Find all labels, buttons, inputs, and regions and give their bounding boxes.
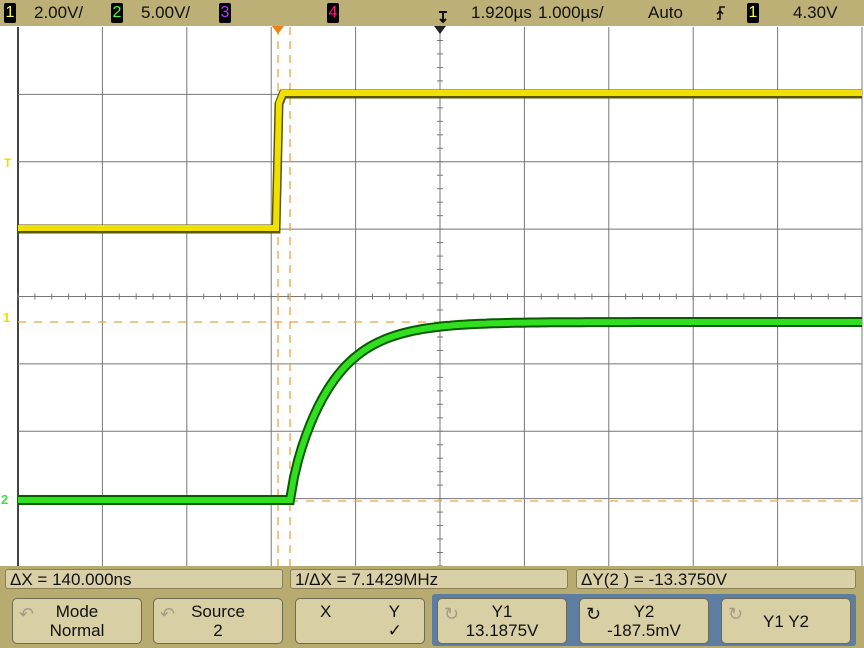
y1-softkey[interactable]: ↻ Y1 13.1875V <box>437 598 567 644</box>
mode-value: Normal <box>49 621 105 640</box>
source-value: 2 <box>213 621 223 640</box>
channel-1-scale: 2.00V/ <box>34 3 84 22</box>
trigger-position-marker <box>272 26 284 34</box>
channel-4-badge[interactable]: 4 <box>327 3 339 23</box>
delay-center-marker <box>434 26 446 34</box>
trigger-level: 4.30V <box>793 3 838 22</box>
delta-y-readout: ΔY(2 ) = -13.3750V <box>576 569 856 589</box>
status-bar: 1 2.00V/ 2 5.00V/ 3 4 1.920µs 1.000µs/ A… <box>0 0 864 26</box>
inverse-delta-x-readout: 1/ΔX = 7.1429MHz <box>290 569 568 589</box>
mode-softkey[interactable]: ↶ Mode Normal <box>12 598 142 644</box>
waveform-display[interactable]: T 1 2 <box>0 26 864 567</box>
checkmark-icon: ✓ <box>387 621 402 640</box>
y1-y2-label: Y1 Y2 <box>762 612 809 631</box>
trigger-source-badge[interactable]: 1 <box>747 3 759 23</box>
channel-2-badge[interactable]: 2 <box>111 3 123 23</box>
source-label: Source <box>191 602 245 621</box>
source-softkey[interactable]: ↶ Source 2 <box>153 598 283 644</box>
trigger-mode: Auto <box>648 3 683 22</box>
y1-value: 13.1875V <box>465 621 539 640</box>
channel-2-ground-marker[interactable]: 2 <box>1 492 8 507</box>
delay-reference-icon <box>437 8 449 24</box>
time-delay: 1.920µs <box>471 3 532 22</box>
channel-2-scale: 5.00V/ <box>141 3 191 22</box>
y2-value: -187.5mV <box>607 621 681 640</box>
y-option: Y <box>388 602 400 621</box>
channel-3-badge[interactable]: 3 <box>219 3 231 23</box>
channel-1-badge[interactable]: 1 <box>4 3 16 23</box>
xy-softkey[interactable]: X Y ✓ <box>295 598 425 644</box>
y2-softkey[interactable]: ↻ Y2 -187.5mV <box>579 598 709 644</box>
delta-x-readout: ΔX = 140.000ns <box>5 569 283 589</box>
y1-label: Y1 <box>491 602 513 621</box>
x-option: X <box>320 602 332 621</box>
softkey-panel: ΔX = 140.000ns 1/ΔX = 7.1429MHz ΔY(2 ) =… <box>0 566 864 648</box>
trigger-level-marker: T <box>4 156 12 170</box>
time-scale: 1.000µs/ <box>538 3 604 22</box>
channel-1-ground-marker[interactable]: 1 <box>3 310 10 325</box>
rising-edge-icon <box>715 5 727 21</box>
y1-y2-softkey[interactable]: ↻ Y1 Y2 <box>721 598 851 644</box>
graticule <box>17 26 863 567</box>
mode-label: Mode <box>55 602 99 621</box>
markers <box>272 26 446 34</box>
waveform-svg <box>17 26 863 567</box>
y2-label: Y2 <box>633 602 655 621</box>
